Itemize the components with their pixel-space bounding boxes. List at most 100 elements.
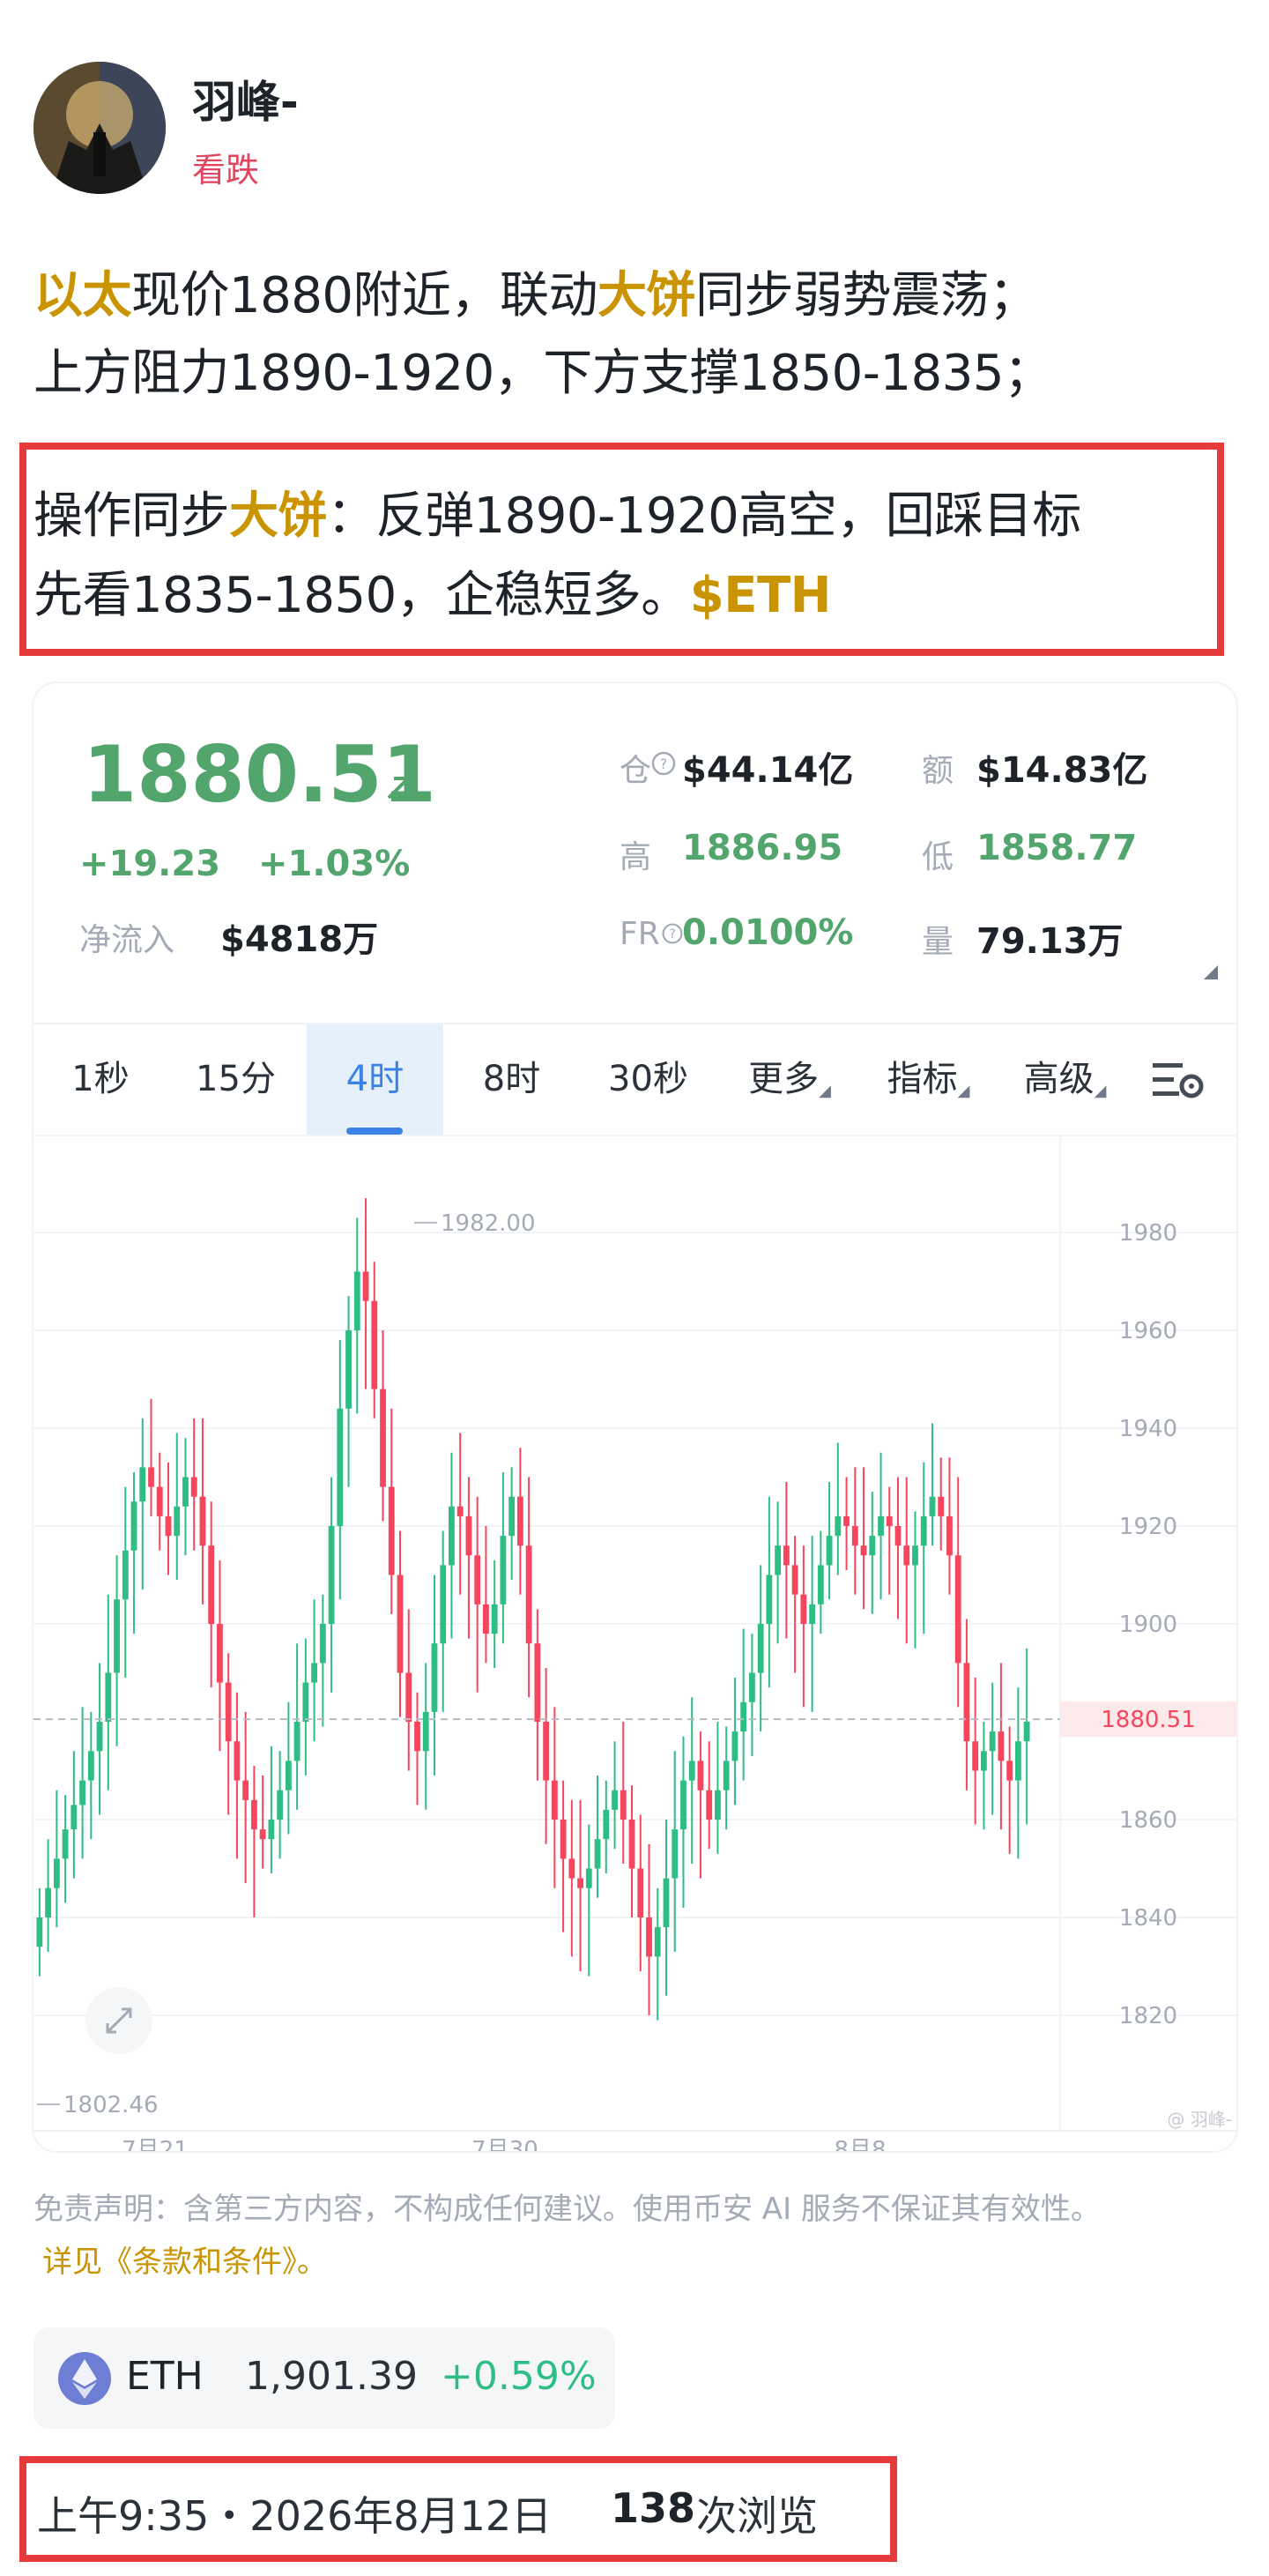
candle-body xyxy=(748,1672,755,1702)
candle-body xyxy=(225,1682,232,1742)
eth-icon xyxy=(58,2352,111,2405)
dropdown-triangle-icon: ◢ xyxy=(819,1082,831,1100)
candle-body xyxy=(491,1604,498,1634)
candle-body xyxy=(174,1506,181,1537)
chart-watermark: @ 羽峰- xyxy=(1167,2109,1232,2130)
high-label: 高 xyxy=(620,839,652,875)
chart-grid xyxy=(33,1135,1236,2132)
candle-body xyxy=(663,1878,670,1928)
candle-body xyxy=(697,1761,704,1791)
tab-more[interactable]: 更多◢ xyxy=(719,1024,860,1135)
candle-body xyxy=(594,1839,601,1869)
candle-body xyxy=(577,1878,583,1888)
svg-text:?: ? xyxy=(660,756,668,772)
candle-body xyxy=(672,1829,679,1879)
info-icon[interactable]: ? xyxy=(661,922,684,949)
price-chart[interactable]: 1980 1960 1940 1920 1900 1860 1840 1820 7月21 7月3… xyxy=(33,1135,1236,2151)
candle-body xyxy=(775,1545,782,1575)
candle-body xyxy=(79,1780,85,1805)
tab-1s[interactable]: 1秒 xyxy=(33,1024,167,1135)
change-abs: +19.23 xyxy=(79,844,221,884)
expand-icon[interactable] xyxy=(85,1987,152,2054)
candle-body xyxy=(208,1545,215,1624)
ticker-symbol: ETH xyxy=(126,2354,204,2399)
terms-link[interactable]: 详见《条款和条件》。 xyxy=(42,2237,327,2281)
candle-body xyxy=(36,1917,43,1947)
post-text: 同步弱势震荡； xyxy=(695,267,1038,324)
max-price-label: 1982.00 xyxy=(441,1210,536,1237)
change-pct: +1.03% xyxy=(258,844,411,884)
cashtag-eth[interactable]: $ETH xyxy=(690,567,832,624)
y-tick-label: 1920 xyxy=(1119,1514,1177,1540)
tab-4h[interactable]: 4时 xyxy=(307,1024,443,1135)
candle-body xyxy=(53,1858,60,1888)
y-tick-label: 1820 xyxy=(1119,2003,1177,2029)
author-name[interactable]: 羽峰- xyxy=(192,67,299,130)
trend-up-icon xyxy=(383,771,415,807)
candle-body xyxy=(148,1467,154,1487)
candle-body xyxy=(122,1550,129,1600)
post-timestamp: 上午9:35・2026年8月12日 xyxy=(37,2492,553,2540)
author-avatar[interactable] xyxy=(33,62,166,194)
info-icon[interactable]: ? xyxy=(650,750,677,780)
view-count-label: 次浏览 xyxy=(696,2492,818,2540)
candle-body xyxy=(380,1389,386,1487)
candle-body xyxy=(543,1722,550,1781)
chart-settings-icon[interactable] xyxy=(1151,1058,1207,1106)
candle-body xyxy=(869,1536,876,1556)
post-keyword[interactable]: 以太 xyxy=(33,267,132,324)
market-card[interactable]: 1880.51 +19.23 +1.03% 净流入 $4818万 仓 ? $44… xyxy=(33,683,1236,2151)
active-tab-indicator xyxy=(346,1128,403,1135)
tab-15m[interactable]: 15分 xyxy=(167,1024,304,1135)
post-text: ：反弹1890-1920高空，回踩目标 xyxy=(327,488,1081,545)
candle-body xyxy=(362,1271,369,1301)
post-keyword[interactable]: 大饼 xyxy=(597,267,696,324)
candle-body xyxy=(878,1515,884,1537)
candle-body xyxy=(422,1711,429,1752)
candle-body xyxy=(508,1496,516,1537)
candle-body xyxy=(62,1829,69,1859)
ticker-price: 1,901.39 xyxy=(245,2354,418,2399)
candle-body xyxy=(311,1663,318,1683)
post-keyword[interactable]: 大饼 xyxy=(229,488,328,545)
tab-indicators[interactable]: 指标◢ xyxy=(860,1024,997,1135)
candle-body xyxy=(568,1858,575,1879)
candle-body xyxy=(190,1477,197,1497)
volume-value: 79.13万 xyxy=(976,921,1124,962)
candle-body xyxy=(843,1515,850,1526)
candle-series xyxy=(36,1198,1030,2021)
y-tick-label: 1960 xyxy=(1119,1318,1177,1344)
candle-body xyxy=(268,1820,275,1840)
disclaimer-text: 免责声明：含第三方内容，不构成任何建议。使用币安 AI 服务不保证其有效性。 xyxy=(33,2192,1101,2227)
candle-body xyxy=(903,1545,910,1566)
candle-body xyxy=(637,1868,644,1917)
candle-body xyxy=(680,1780,686,1830)
candle-body xyxy=(465,1515,472,1556)
candle-body xyxy=(1023,1722,1030,1742)
post-line-4: 先看1835-1850，企稳短多。$ETH xyxy=(33,555,832,627)
candle-body xyxy=(628,1820,635,1869)
tab-8h[interactable]: 8时 xyxy=(443,1024,580,1135)
min-price-label: 1802.46 xyxy=(63,2092,159,2118)
turnover-value: $14.83亿 xyxy=(976,750,1148,791)
candle-body xyxy=(946,1515,953,1556)
candle-body xyxy=(217,1624,223,1683)
candle-body xyxy=(715,1790,721,1820)
candle-body xyxy=(87,1751,94,1781)
candle-body xyxy=(165,1515,172,1537)
dropdown-triangle-icon: ◢ xyxy=(1094,1082,1107,1100)
candle-body xyxy=(981,1751,987,1771)
y-axis: 1980 1960 1940 1920 1900 1860 1840 1820 xyxy=(1119,1220,1177,2029)
tab-advanced[interactable]: 高级◢ xyxy=(997,1024,1133,1135)
candle-body xyxy=(826,1536,833,1566)
candle-body xyxy=(920,1515,927,1546)
candle-body xyxy=(388,1486,395,1575)
candle-body xyxy=(740,1701,747,1732)
netflow-value: $4818万 xyxy=(220,919,379,960)
x-axis: 7月21 7月30 8月8 xyxy=(122,2137,886,2151)
candle-body xyxy=(688,1761,695,1781)
ticker-chip[interactable]: ETH 1,901.39 +0.59% xyxy=(33,2327,615,2429)
candle-body xyxy=(612,1790,618,1810)
ticker-change: +0.59% xyxy=(441,2354,597,2399)
tab-30s[interactable]: 30秒 xyxy=(580,1024,716,1135)
